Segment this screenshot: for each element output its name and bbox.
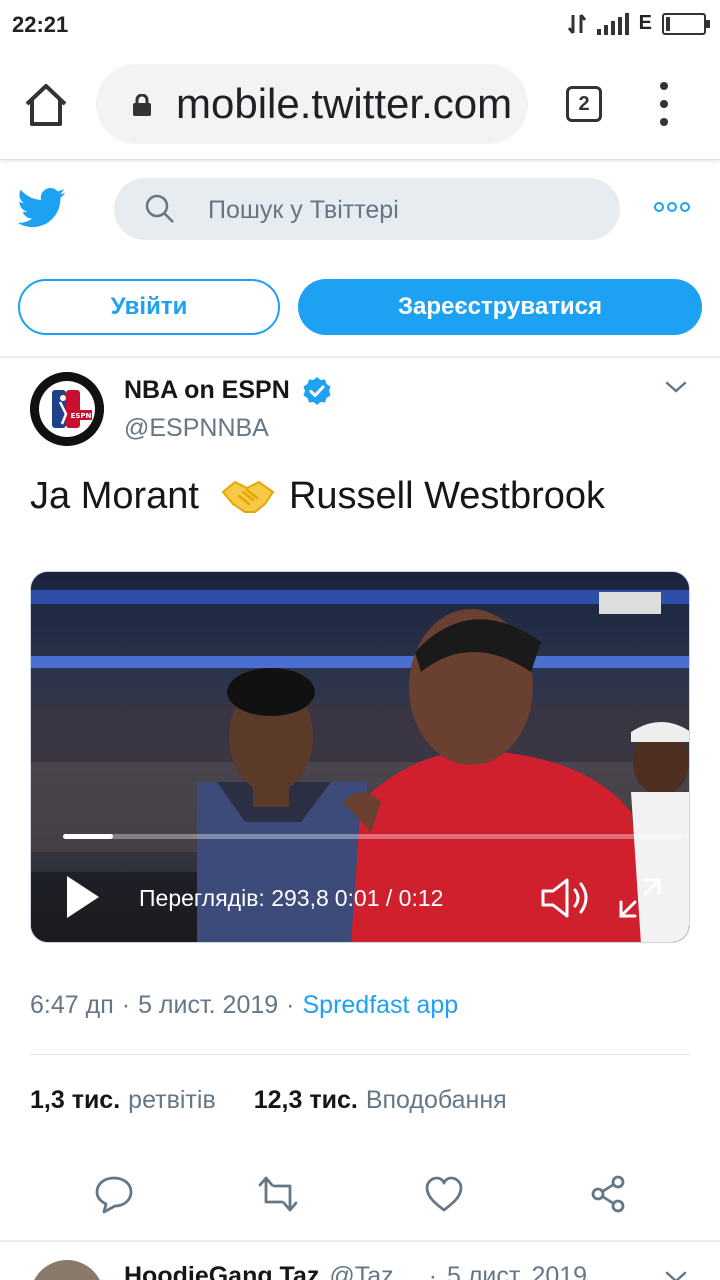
share-icon[interactable]	[588, 1174, 628, 1214]
overflow-menu-icon[interactable]	[654, 82, 674, 126]
chevron-down-icon[interactable]	[664, 1268, 688, 1280]
retweets-stat[interactable]: 1,3 тис. ретвітів	[30, 1086, 216, 1115]
likes-count: 12,3 тис.	[253, 1086, 358, 1114]
author-name[interactable]: NBA on ESPN	[124, 376, 290, 405]
more-dots-icon[interactable]	[654, 202, 690, 212]
divider	[0, 356, 720, 358]
tabs-icon[interactable]: 2	[566, 86, 602, 122]
avatar[interactable]	[30, 1260, 104, 1280]
tab-count: 2	[578, 92, 590, 115]
play-icon[interactable]	[65, 874, 101, 920]
meta-separator: ·	[428, 1262, 437, 1280]
network-type: E	[638, 12, 652, 34]
tweet-meta: 6:47 дп · 5 лист. 2019 · Spredfast app	[30, 991, 458, 1020]
tweet-source-link[interactable]: Spredfast app	[302, 991, 458, 1020]
avatar[interactable]: ESPN	[30, 372, 104, 446]
tweet-text-left: Ja Morant	[30, 474, 199, 517]
twitter-bird-icon[interactable]	[18, 186, 66, 230]
retweet-icon[interactable]	[258, 1174, 298, 1214]
search-icon	[145, 194, 174, 223]
verified-icon	[303, 377, 331, 405]
search-input[interactable]: Пошук у Твіттері	[114, 178, 620, 240]
video-views: Переглядів: 293,8	[139, 885, 329, 911]
retweets-label: ретвітів	[128, 1086, 216, 1114]
url-bar[interactable]: mobile.twitter.com	[96, 64, 528, 144]
search-placeholder: Пошук у Твіттері	[208, 196, 399, 224]
video-progress-bar[interactable]	[63, 834, 683, 839]
lock-icon	[133, 94, 151, 116]
tweet-stats: 1,3 тис. ретвітів 12,3 тис. Вподобання	[30, 1086, 507, 1115]
login-button[interactable]: Увійти	[18, 279, 280, 335]
fullscreen-icon[interactable]	[617, 876, 663, 920]
author-handle[interactable]: @ESPNNBA	[124, 414, 269, 443]
url-text: mobile.twitter.com	[176, 80, 513, 127]
next-tweet-date: 5 лист. 2019	[447, 1262, 588, 1280]
tweet-text-right: Russell Westbrook	[288, 474, 606, 517]
data-transfer-icon	[567, 13, 586, 34]
tweet-time: 6:47 дп	[30, 991, 114, 1019]
nba-espn-logo: ESPN	[30, 372, 104, 446]
status-bar: 22:21 E	[0, 0, 720, 52]
video-progress-fill	[63, 834, 113, 839]
chevron-down-icon[interactable]	[664, 378, 688, 396]
tweet-date: 5 лист. 2019	[138, 991, 279, 1019]
divider	[0, 1240, 720, 1242]
twitter-header: Пошук у Твіттері	[0, 162, 720, 258]
like-icon[interactable]	[424, 1174, 464, 1214]
likes-stat[interactable]: 12,3 тис. Вподобання	[254, 1086, 507, 1115]
handshake-emoji-icon	[221, 480, 275, 513]
reply-icon[interactable]	[94, 1174, 134, 1214]
meta-separator: ·	[121, 991, 131, 1019]
signal-icon	[596, 12, 629, 35]
next-author-name[interactable]: HoodieGang Taz	[124, 1262, 319, 1280]
next-tweet-header: HoodieGang Taz @Taz… · 5 лист. 2019	[124, 1262, 587, 1280]
status-icons: E	[567, 12, 710, 35]
svg-text:ESPN: ESPN	[71, 412, 92, 420]
divider	[30, 1054, 690, 1055]
signup-button[interactable]: Зареєструватися	[298, 279, 702, 335]
status-time: 22:21	[12, 12, 69, 37]
next-author-handle[interactable]: @Taz…	[329, 1262, 418, 1280]
video-stats: Переглядів: 293,8 0:01 / 0:12	[139, 885, 443, 912]
battery-icon	[662, 12, 710, 35]
browser-toolbar: mobile.twitter.com 2	[0, 52, 720, 160]
volume-icon[interactable]	[539, 876, 593, 920]
tweet-text: Ja Morant Russell Westbrook	[30, 474, 605, 518]
home-icon[interactable]	[22, 82, 70, 128]
meta-separator: ·	[286, 991, 295, 1019]
likes-label: Вподобання	[365, 1086, 507, 1114]
video-time: 0:01 / 0:12	[334, 885, 444, 911]
retweets-count: 1,3 тис.	[30, 1086, 121, 1114]
video-player[interactable]: Переглядів: 293,8 0:01 / 0:12	[30, 571, 690, 943]
